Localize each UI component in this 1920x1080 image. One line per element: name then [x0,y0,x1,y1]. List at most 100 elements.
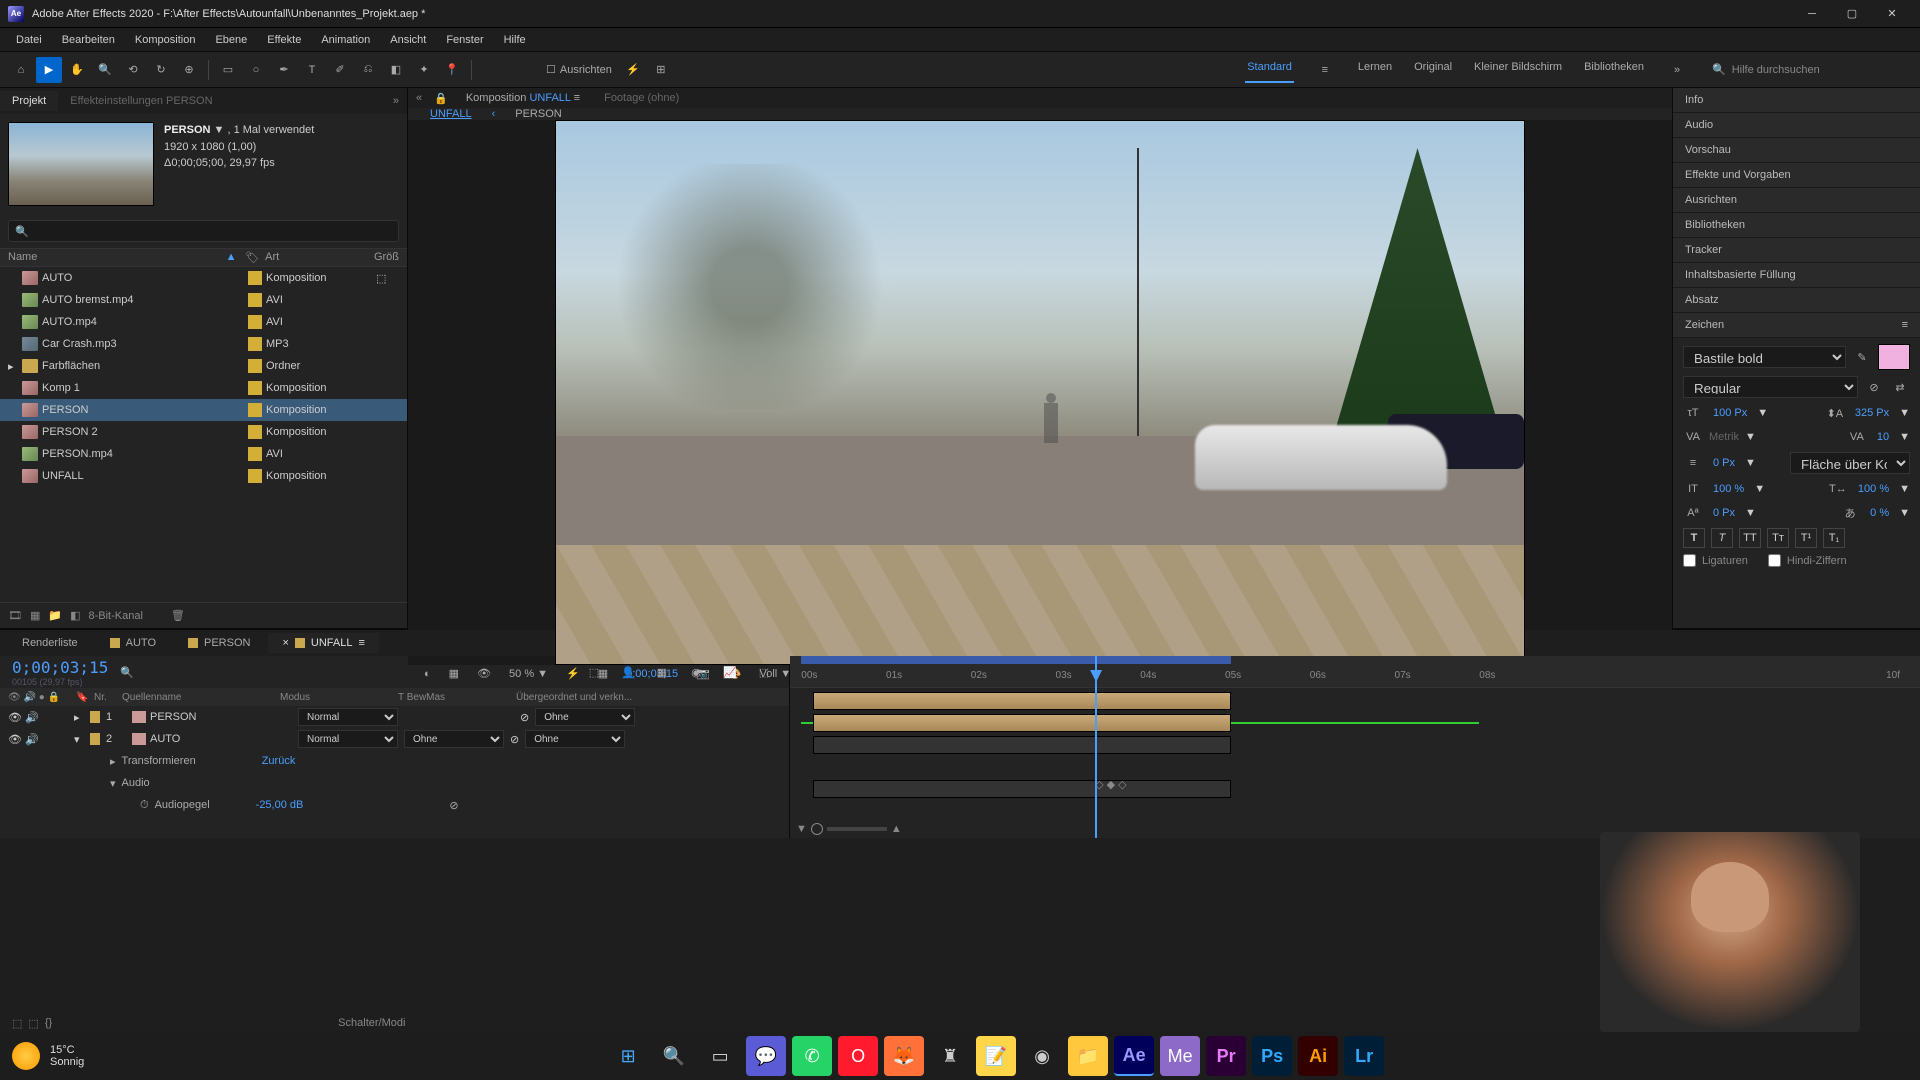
lightroom-icon[interactable]: Lr [1344,1036,1384,1076]
panel-libraries[interactable]: Bibliotheken [1673,213,1920,238]
leading-input[interactable]: 325 Px [1851,407,1893,419]
roto-tool-icon[interactable]: ✦ [411,57,437,83]
obs-icon[interactable]: ◉ [1022,1036,1062,1076]
app-icon[interactable]: ♜ [930,1036,970,1076]
project-item[interactable]: PERSON.mp4AVI [0,443,407,465]
project-item[interactable]: AUTO.mp4AVI [0,311,407,333]
taskview-button[interactable]: ▭ [700,1036,740,1076]
zoom-tool-icon[interactable]: 🔍 [92,57,118,83]
panel-content-fill[interactable]: Inhaltsbasierte Füllung [1673,263,1920,288]
maximize-button[interactable]: ▢ [1832,0,1872,28]
adjustment-icon[interactable]: ◧ [70,609,80,622]
illustrator-icon[interactable]: Ai [1298,1036,1338,1076]
stroke-width-input[interactable]: 0 Px [1709,457,1739,469]
project-item[interactable]: PERSON 2Komposition [0,421,407,443]
interpret-icon[interactable]: 🎞 [8,609,22,622]
panel-audio[interactable]: Audio [1673,113,1920,138]
stroke-nocolor-icon[interactable]: ⊘ [1864,378,1884,396]
panel-tracker[interactable]: Tracker [1673,238,1920,263]
eyedropper-icon[interactable]: ✎ [1852,348,1872,366]
mode-select[interactable]: Normal [298,708,398,726]
tab-unfall[interactable]: × UNFALL ≡ [268,633,378,653]
new-folder-icon[interactable]: 📁 [48,609,62,622]
menu-window[interactable]: Fenster [436,30,493,50]
bold-button[interactable]: T [1683,528,1705,548]
project-item[interactable]: Komp 1Komposition [0,377,407,399]
layer-bar-auto[interactable] [813,714,1231,732]
smallcaps-button[interactable]: Tᴛ [1767,528,1789,548]
text-tool-icon[interactable]: T [299,57,325,83]
start-button[interactable]: ⊞ [608,1036,648,1076]
parent-select[interactable]: Ohne [535,708,635,726]
asset-thumbnail[interactable] [8,122,154,206]
tab-footage[interactable]: Footage (ohne) [598,88,685,108]
tab-auto[interactable]: AUTO [96,633,170,653]
workspace-small[interactable]: Kleiner Bildschirm [1472,57,1564,83]
hand-tool-icon[interactable]: ✋ [64,57,90,83]
minimize-button[interactable]: ─ [1792,0,1832,28]
font-family-select[interactable]: Bastile bold [1683,346,1846,368]
tab-composition[interactable]: Komposition UNFALL ≡ [460,88,586,108]
project-item[interactable]: AUTOKomposition⬚ [0,267,407,289]
search-button[interactable]: 🔍 [654,1036,694,1076]
anchor-tool-icon[interactable]: ⊕ [176,57,202,83]
weather-widget[interactable]: 15°C Sonnig [12,1042,84,1070]
audio-bar[interactable] [813,780,1231,798]
new-comp-icon[interactable]: ▦ [30,609,40,622]
vscale-input[interactable]: 100 % [1709,483,1748,495]
layer-row-person[interactable]: 👁 🔊 ▸ 1 PERSON Normal ⊘ Ohne [0,706,789,728]
zoom-in-icon[interactable]: ▲ [891,823,902,835]
menu-file[interactable]: Datei [6,30,52,50]
project-item[interactable]: PERSONKomposition [0,399,407,421]
panel-info[interactable]: Info [1673,88,1920,113]
premiere-icon[interactable]: Pr [1206,1036,1246,1076]
subscript-button[interactable]: T₁ [1823,528,1845,548]
zoom-out-icon[interactable]: ▼ [796,823,807,835]
selection-tool-icon[interactable]: ▶ [36,57,62,83]
swap-colors-icon[interactable]: ⇄ [1890,378,1910,396]
panel-menu-icon[interactable]: ≡ [1902,319,1908,331]
trkmat-select[interactable]: Ohne [404,730,504,748]
tab-project[interactable]: Projekt [0,91,58,111]
panel-character[interactable]: Zeichen≡ [1673,313,1920,338]
notes-icon[interactable]: 📝 [976,1036,1016,1076]
breadcrumb-unfall[interactable]: UNFALL [430,108,472,120]
project-item[interactable]: AUTO bremst.mp4AVI [0,289,407,311]
workspace-options-icon[interactable]: ≡ [1312,57,1338,83]
rotate-tool-icon[interactable]: ↻ [148,57,174,83]
panel-preview[interactable]: Vorschau [1673,138,1920,163]
parent-select[interactable]: Ohne [525,730,625,748]
lock-icon[interactable]: 🔒 [434,92,448,105]
tsume-input[interactable]: 0 % [1866,507,1893,519]
allcaps-button[interactable]: TT [1739,528,1761,548]
whatsapp-icon[interactable]: ✆ [792,1036,832,1076]
hscale-input[interactable]: 100 % [1854,483,1893,495]
explorer-icon[interactable]: 📁 [1068,1036,1108,1076]
orbit-tool-icon[interactable]: ⟲ [120,57,146,83]
help-search[interactable]: 🔍 Hilfe durchsuchen [1712,63,1912,76]
snap-checkbox[interactable]: ☐Ausrichten [540,63,618,76]
workspace-standard[interactable]: Standard [1245,57,1294,83]
fill-color-swatch[interactable] [1878,344,1910,370]
composition-viewer[interactable] [408,120,1672,665]
project-column-headers[interactable]: Name ▲ 🏷 Art Größ [0,248,407,267]
workspace-learn[interactable]: Lernen [1356,57,1394,83]
tracking-input[interactable]: 10 [1873,431,1893,443]
current-timecode[interactable]: 0;00;03;15 [12,658,108,677]
hindi-digits-checkbox[interactable]: Hindi-Ziffern [1768,554,1847,567]
timeline-search[interactable]: 🔍 [120,666,134,679]
superscript-button[interactable]: T¹ [1795,528,1817,548]
home-icon[interactable]: ⌂ [8,57,34,83]
toggle-switches-icon[interactable]: ⬚ [12,1017,22,1030]
menu-animation[interactable]: Animation [311,30,380,50]
fontsize-input[interactable]: 100 Px [1709,407,1751,419]
opera-icon[interactable]: O [838,1036,878,1076]
kerning-dropdown[interactable]: Metrik [1709,431,1739,443]
project-item[interactable]: ▸FarbflächenOrdner [0,355,407,377]
sublayer-bar[interactable] [813,736,1231,754]
time-ruler[interactable]: 00s 01s 02s 03s 04s 05s 06s 07s 08s 10f [790,656,1920,688]
audiolevel-property[interactable]: ⏱ Audiopegel -25,00 dB ⊘ [0,794,789,816]
menu-effects[interactable]: Effekte [257,30,311,50]
tab-effect-controls[interactable]: Effekteinstellungen PERSON [58,91,224,111]
menu-edit[interactable]: Bearbeiten [52,30,125,50]
